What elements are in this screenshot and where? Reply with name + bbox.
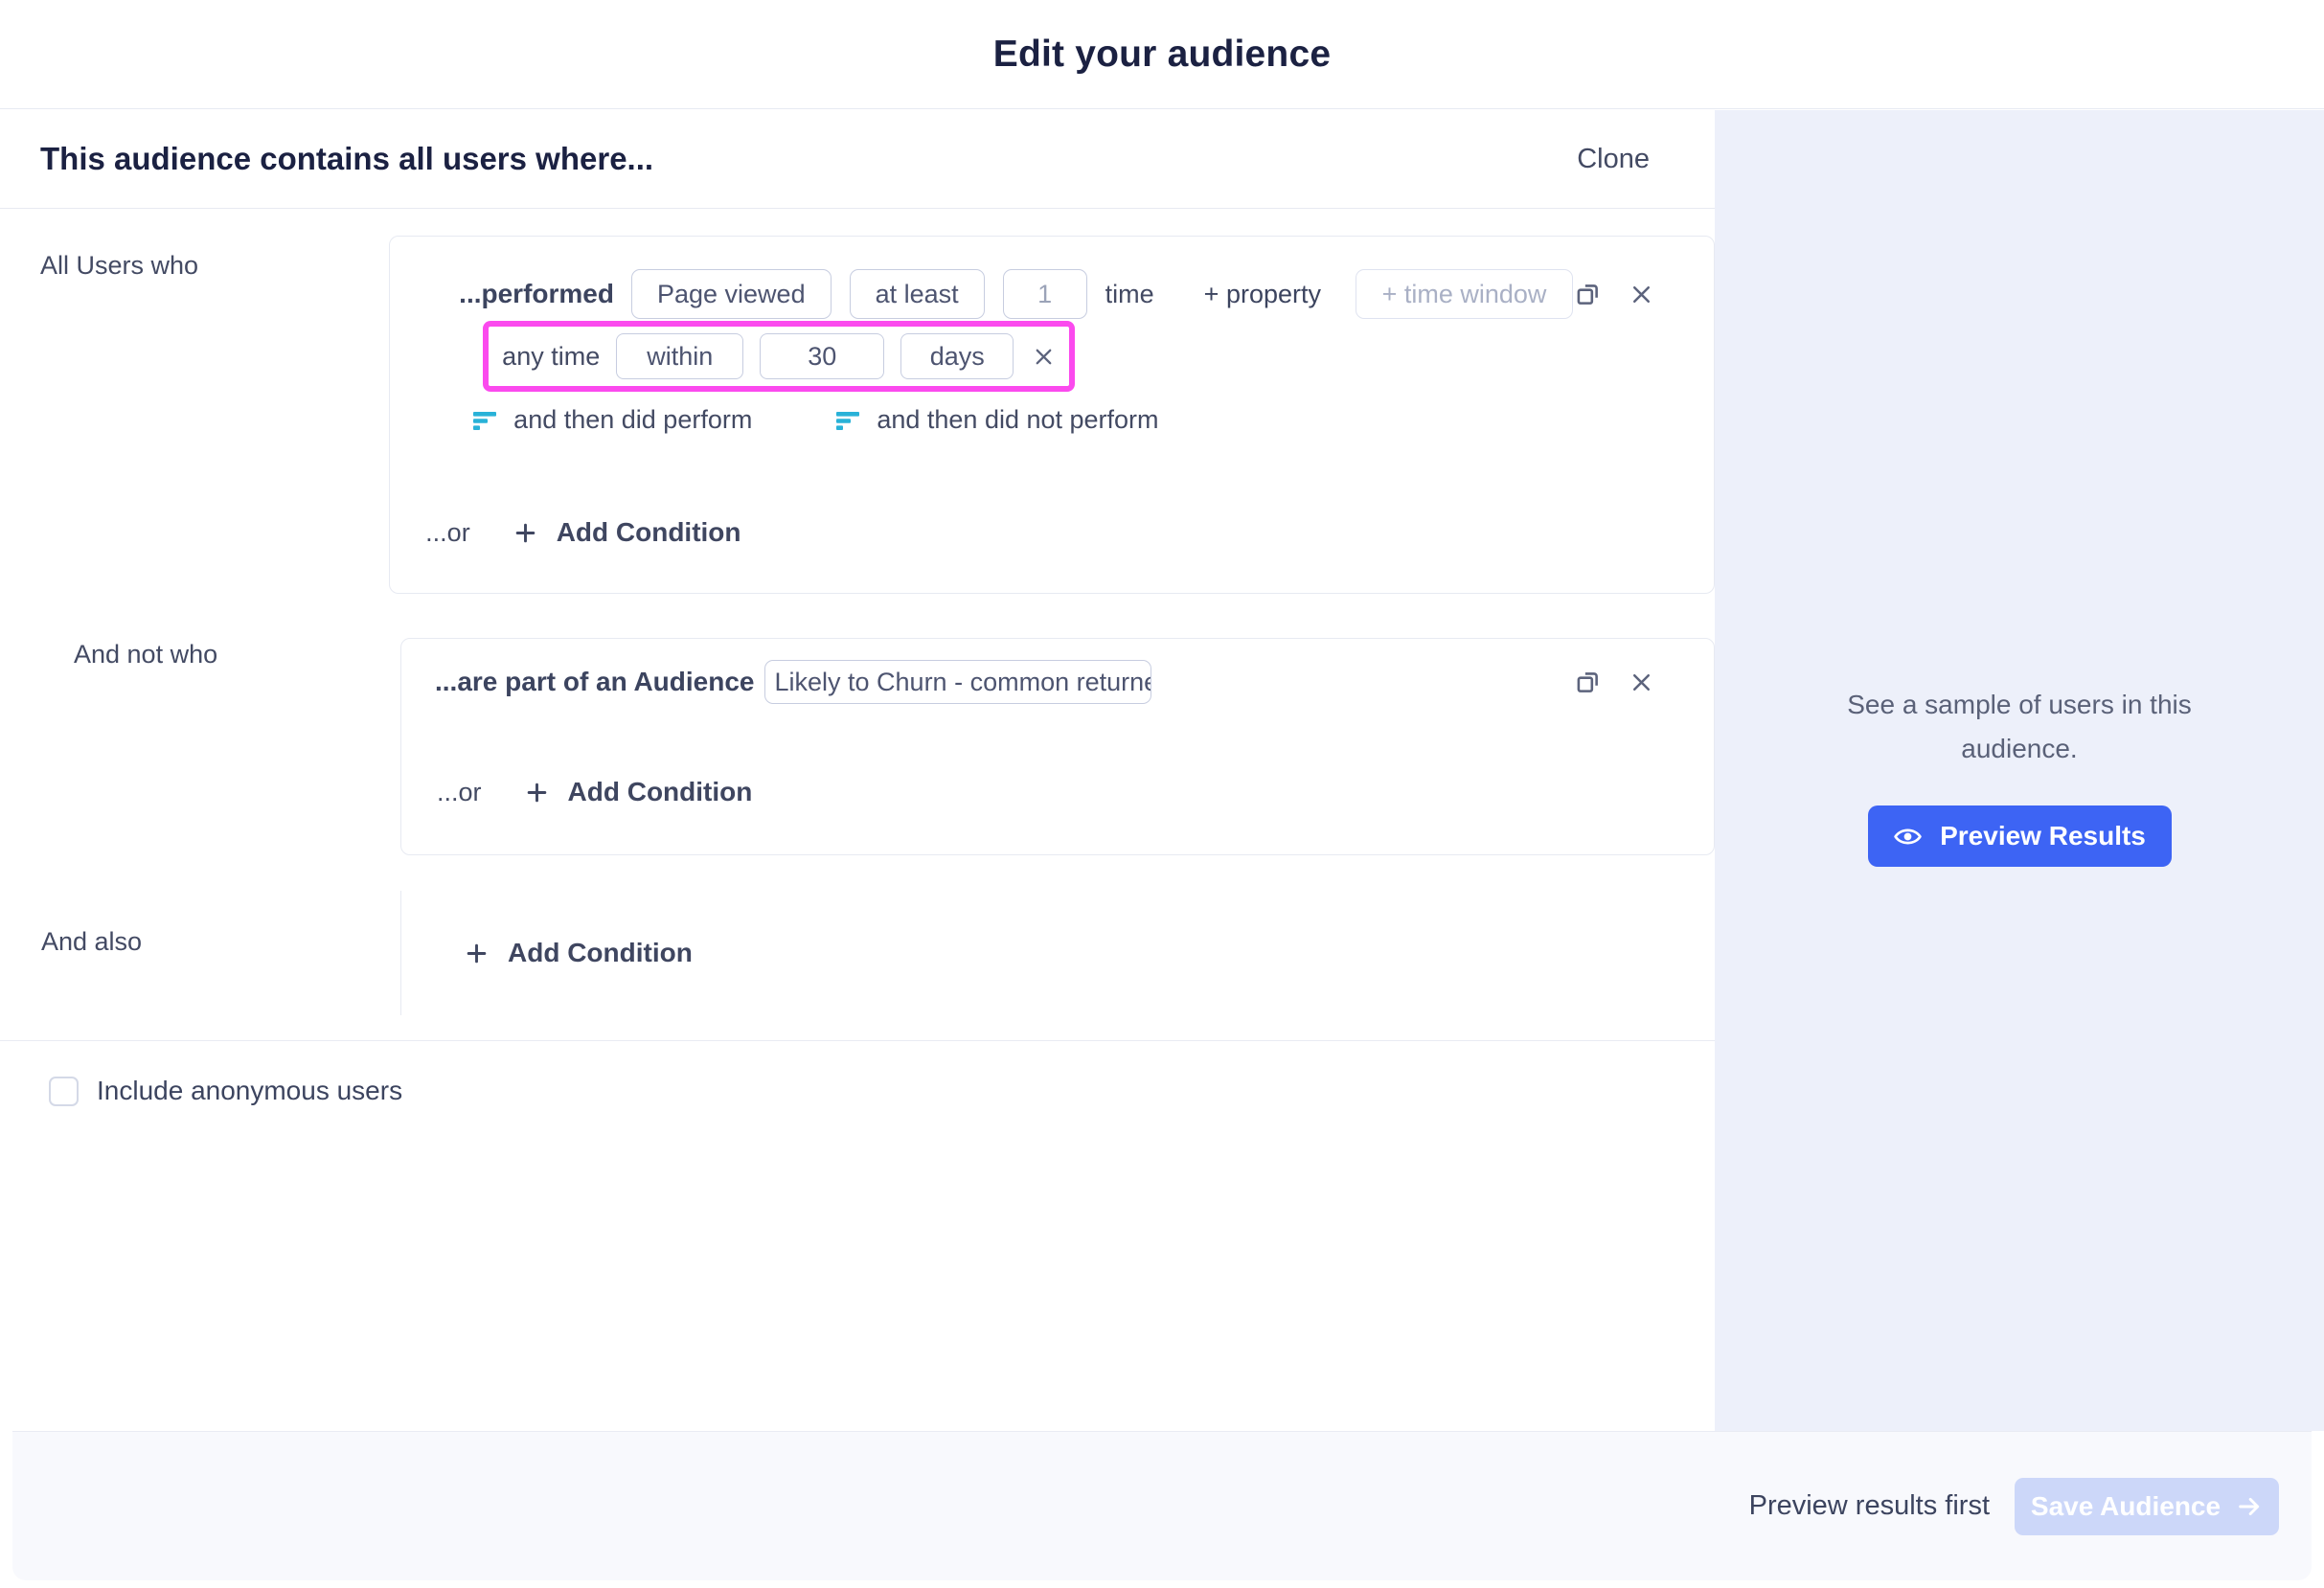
funnel-filter-icon (835, 407, 861, 433)
within-select-button[interactable]: within (616, 333, 743, 379)
or-add-condition-row: ...or Add Condition (401, 777, 1654, 807)
copy-icon (1573, 280, 1602, 308)
main-area: This audience contains all users where..… (0, 110, 2324, 1431)
builder-header: This audience contains all users where..… (0, 110, 1715, 209)
remove-condition-button[interactable] (1629, 282, 1654, 307)
time-window-button[interactable]: + time window (1356, 269, 1573, 319)
operator-select-button[interactable]: at least (850, 269, 985, 319)
or-text: ...or (437, 778, 482, 807)
modal-header: Edit your audience (0, 0, 2324, 109)
copy-icon (1573, 668, 1602, 696)
remove-condition-button[interactable] (1629, 669, 1654, 695)
audience-select-button[interactable]: Likely to Churn - common returners (764, 660, 1151, 704)
footer-bar: Preview results first Save Audience (12, 1431, 2312, 1580)
divider (0, 1040, 1715, 1041)
time-value: 30 (808, 342, 836, 372)
then-did-perform-label: and then did perform (513, 405, 752, 435)
save-audience-label: Save Audience (2031, 1491, 2221, 1522)
condition-card-performed: ...performed Page viewed at least 1 time… (389, 236, 1715, 594)
and-also-area: Add Condition (400, 891, 1715, 1015)
include-anonymous-checkbox[interactable] (49, 1077, 79, 1106)
preview-results-label: Preview Results (1940, 821, 2146, 851)
audience-prefix-text: ...are part of an Audience (435, 667, 754, 697)
section-and-also-label: And also (0, 891, 400, 1015)
close-icon (1629, 282, 1654, 307)
preview-results-button[interactable]: Preview Results (1868, 805, 2172, 867)
section-and-also: And also Add Condition (0, 891, 1715, 1015)
performed-condition-row: ...performed Page viewed at least 1 time… (390, 269, 1654, 319)
arrow-right-icon (2236, 1493, 2263, 1520)
time-text: time (1105, 280, 1154, 309)
duplicate-condition-button[interactable] (1573, 280, 1602, 308)
edit-audience-modal: Edit your audience This audience contain… (0, 0, 2324, 1588)
add-condition-button[interactable]: Add Condition (508, 938, 693, 968)
section-all-users-label: All Users who (0, 236, 389, 594)
duplicate-condition-button[interactable] (1573, 668, 1602, 696)
count-value: 1 (1037, 280, 1052, 309)
preview-panel: See a sample of users in this audience. … (1715, 110, 2324, 1431)
remove-time-filter-button[interactable] (1032, 345, 1056, 369)
plus-icon (513, 521, 537, 545)
preview-first-hint: Preview results first (1749, 1490, 1990, 1522)
performed-text: ...performed (459, 279, 614, 309)
add-condition-button[interactable]: Add Condition (568, 777, 753, 807)
time-value-input[interactable]: 30 (760, 333, 884, 379)
row-actions (1573, 668, 1654, 696)
add-condition-button[interactable]: Add Condition (557, 517, 741, 548)
count-input[interactable]: 1 (1003, 269, 1087, 319)
close-icon (1629, 669, 1654, 695)
any-time-text: any time (502, 342, 600, 372)
or-text: ...or (425, 518, 470, 548)
eye-icon (1893, 822, 1923, 851)
or-add-condition-row: ...or Add Condition (390, 517, 1654, 548)
condition-card-audience: ...are part of an Audience Likely to Chu… (400, 638, 1715, 855)
builder-title: This audience contains all users where..… (40, 141, 653, 177)
then-did-perform-link[interactable]: and then did perform (472, 405, 752, 435)
close-icon (1032, 345, 1056, 369)
then-did-not-perform-label: and then did not perform (877, 405, 1158, 435)
add-property-link[interactable]: + property (1204, 280, 1321, 309)
audience-builder: This audience contains all users where..… (0, 110, 1715, 1431)
row-actions (1573, 280, 1654, 308)
include-anonymous-label: Include anonymous users (97, 1076, 402, 1106)
sequence-links-row: and then did perform and t (390, 405, 1654, 435)
event-select-button[interactable]: Page viewed (631, 269, 832, 319)
then-did-not-perform-link[interactable]: and then did not perform (835, 405, 1158, 435)
time-filter-actions (1032, 345, 1056, 369)
funnel-filter-icon (472, 407, 498, 433)
save-audience-button[interactable]: Save Audience (2015, 1478, 2279, 1535)
section-and-not-who: And not who ...are part of an Audience L… (0, 638, 1715, 855)
plus-icon (525, 781, 549, 805)
time-unit-select-button[interactable]: days (900, 333, 1014, 379)
preview-panel-message: See a sample of users in this audience. (1794, 683, 2244, 771)
modal-title: Edit your audience (993, 34, 1332, 76)
plus-icon (465, 941, 489, 965)
anonymous-users-row: Include anonymous users (0, 1076, 1715, 1106)
clone-button[interactable]: Clone (1571, 143, 1655, 176)
section-all-users: All Users who ...performed Page viewed a… (0, 236, 1715, 594)
audience-condition-row: ...are part of an Audience Likely to Chu… (401, 660, 1654, 704)
time-filter-row-highlighted: any time within 30 days (483, 321, 1075, 392)
section-and-not-who-label: And not who (0, 638, 400, 855)
